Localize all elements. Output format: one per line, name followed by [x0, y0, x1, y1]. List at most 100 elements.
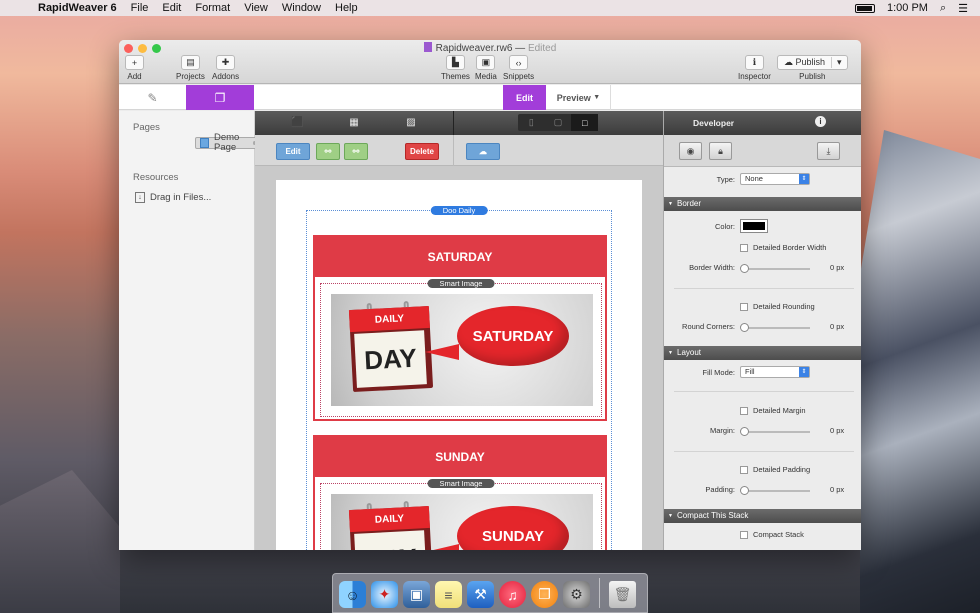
rapidweaver-window: Rapidweaver.rw6 — Edited + Add ▤ Projects … [119, 40, 861, 550]
border-width-value: 0 px [830, 263, 845, 272]
add-button[interactable]: + Add [125, 55, 144, 81]
editor-area: ⬛ ▦ ▨ ▯ ▢ □ Edit ⚯ ⚯ Delete ☁ Doo Daily … [255, 111, 861, 550]
pages-icon: ❐ [214, 90, 226, 105]
select-arrows-icon: ⇕ [799, 174, 809, 184]
stack-container[interactable]: Doo Daily SATURDAY Smart Image DAILY DAY [306, 206, 612, 550]
smart-image[interactable]: DAILY DAY SATURDAY [331, 294, 593, 406]
tablet-width-icon[interactable]: ▢ [545, 114, 572, 131]
spotlight-search-icon[interactable]: ⌕ [940, 2, 946, 15]
desktop-width-icon[interactable]: □ [571, 114, 599, 131]
publish-control: ☁ Publish ▾ Publish [777, 55, 848, 81]
battery-icon[interactable] [854, 3, 875, 13]
finder-icon[interactable]: ☺ [339, 581, 366, 608]
themes-button[interactable]: ▙ Themes [441, 55, 470, 81]
tab-preview[interactable]: Preview ▼ [547, 85, 611, 110]
delete-stack-button[interactable]: Delete [405, 143, 439, 160]
speech-bubble: SATURDAY [457, 306, 569, 366]
border-color-well[interactable] [740, 219, 768, 233]
inspector-button[interactable]: ℹ Inspector [738, 55, 771, 81]
info-icon: ℹ [744, 55, 764, 70]
padding-value: 0 px [830, 485, 845, 494]
lock-icon[interactable]: 🔒︎ [709, 142, 732, 160]
detailed-border-width-checkbox[interactable]: Detailed Border Width [740, 243, 826, 252]
document-icon [423, 42, 432, 52]
info-icon[interactable]: i [815, 116, 826, 127]
notification-center-icon[interactable]: ☰ [958, 2, 968, 15]
menu-file[interactable]: File [131, 2, 149, 14]
layout-icon[interactable]: ▦ [348, 117, 360, 128]
itunes-icon[interactable]: ♫ [499, 581, 526, 608]
clock[interactable]: 1:00 PM [887, 2, 928, 14]
smart-image-label[interactable]: Smart Image [427, 279, 495, 288]
menu-edit[interactable]: Edit [162, 2, 181, 14]
media-button[interactable]: ▣ Media [475, 55, 497, 81]
projects-icon: ▤ [180, 55, 200, 70]
phone-width-icon[interactable]: ▯ [518, 114, 545, 131]
app-store-icon[interactable]: ⚒ [467, 581, 494, 608]
stacks-library-icon[interactable]: ⬛ [291, 117, 303, 128]
edit-stack-button[interactable]: Edit [276, 143, 310, 160]
snippets-button[interactable]: ‹› Snippets [503, 55, 534, 81]
title-bar: Rapidweaver.rw6 — Edited + Add ▤ Projects … [119, 40, 861, 84]
publish-dropdown-icon[interactable]: ▾ [831, 57, 847, 68]
snippets-icon: ‹› [509, 55, 529, 70]
padding-slider[interactable] [740, 486, 810, 495]
calendar-graphic: DAILY DAY [348, 501, 434, 550]
card-sunday[interactable]: SUNDAY Smart Image DAILY DAY SUNDAY [313, 435, 607, 550]
plus-icon: + [125, 55, 144, 70]
menu-help[interactable]: Help [335, 2, 358, 14]
round-corners-slider[interactable] [740, 323, 810, 332]
page-icon [200, 138, 209, 148]
system-preferences-icon[interactable]: ⚙ [563, 581, 590, 608]
download-icon: ↓ [135, 191, 145, 203]
smart-image-label[interactable]: Smart Image [427, 479, 495, 488]
eye-icon[interactable]: ◉ [679, 142, 702, 160]
menu-app-name[interactable]: RapidWeaver 6 [38, 2, 117, 14]
detailed-rounding-checkbox[interactable]: Detailed Rounding [740, 302, 815, 311]
layout-section-header[interactable]: Layout [664, 346, 861, 360]
stack-label[interactable]: Doo Daily [430, 206, 488, 215]
addons-icon: ✚ [216, 55, 236, 70]
safari-icon[interactable]: ✦ [371, 581, 398, 608]
compact-stack-checkbox[interactable]: Compact Stack [740, 530, 804, 539]
menu-bar: RapidWeaver 6 File Edit Format View Wind… [0, 0, 980, 16]
sidebar-item-drag-in-files[interactable]: ↓ Drag in Files... [119, 187, 254, 207]
type-select[interactable]: None ⇕ [740, 173, 810, 185]
menu-format[interactable]: Format [195, 2, 230, 14]
cloud-icon[interactable]: ☁ [466, 143, 500, 160]
addons-button[interactable]: ✚ Addons [212, 55, 239, 81]
media-icon: ▣ [476, 55, 496, 70]
trash-icon[interactable]: 🗑︎ [609, 581, 636, 608]
device-width-selector: ▯ ▢ □ [518, 114, 599, 131]
notes-icon[interactable]: ≡ [435, 581, 462, 608]
ibooks-icon[interactable]: ❐ [531, 581, 558, 608]
smart-image[interactable]: DAILY DAY SUNDAY [331, 494, 593, 550]
publish-button[interactable]: ☁ Publish ▾ [777, 55, 848, 70]
smart-image-container[interactable]: Smart Image DAILY DAY SATURDAY [320, 279, 602, 417]
menu-view[interactable]: View [244, 2, 268, 14]
detailed-padding-checkbox[interactable]: Detailed Padding [740, 465, 810, 474]
inspector-panel: Developer i ◉ 🔒︎ ⤓ Type: None⇕ Border Co… [663, 111, 861, 550]
card-saturday[interactable]: SATURDAY Smart Image DAILY DAY SATURDAY [313, 235, 607, 421]
link-icon[interactable]: ⚯ [316, 143, 340, 160]
tab-edit[interactable]: Edit [503, 85, 546, 110]
compact-section-header[interactable]: Compact This Stack [664, 509, 861, 523]
preview-icon[interactable]: ▣ [403, 581, 430, 608]
image-icon[interactable]: ▨ [405, 117, 417, 128]
border-section-header[interactable]: Border [664, 197, 861, 211]
download-tray-icon[interactable]: ⤓ [817, 142, 840, 160]
border-width-slider[interactable] [740, 264, 810, 273]
margin-slider[interactable] [740, 427, 810, 436]
detailed-margin-checkbox[interactable]: Detailed Margin [740, 406, 806, 415]
smart-image-container[interactable]: Smart Image DAILY DAY SUNDAY [320, 479, 602, 550]
projects-button[interactable]: ▤ Projects [176, 55, 205, 81]
stack-action-bar: Edit ⚯ ⚯ Delete ☁ [255, 135, 663, 166]
unlink-icon[interactable]: ⚯ [344, 143, 368, 160]
margin-value: 0 px [830, 426, 845, 435]
menu-window[interactable]: Window [282, 2, 321, 14]
fill-mode-select[interactable]: Fill ⇕ [740, 366, 810, 378]
inspector-toolbar: ◉ 🔒︎ ⤓ [664, 135, 861, 167]
tab-pages[interactable]: ❐ [186, 85, 254, 110]
tab-site-settings[interactable]: ✎ [119, 85, 186, 110]
wallpaper-mountain [860, 130, 980, 613]
